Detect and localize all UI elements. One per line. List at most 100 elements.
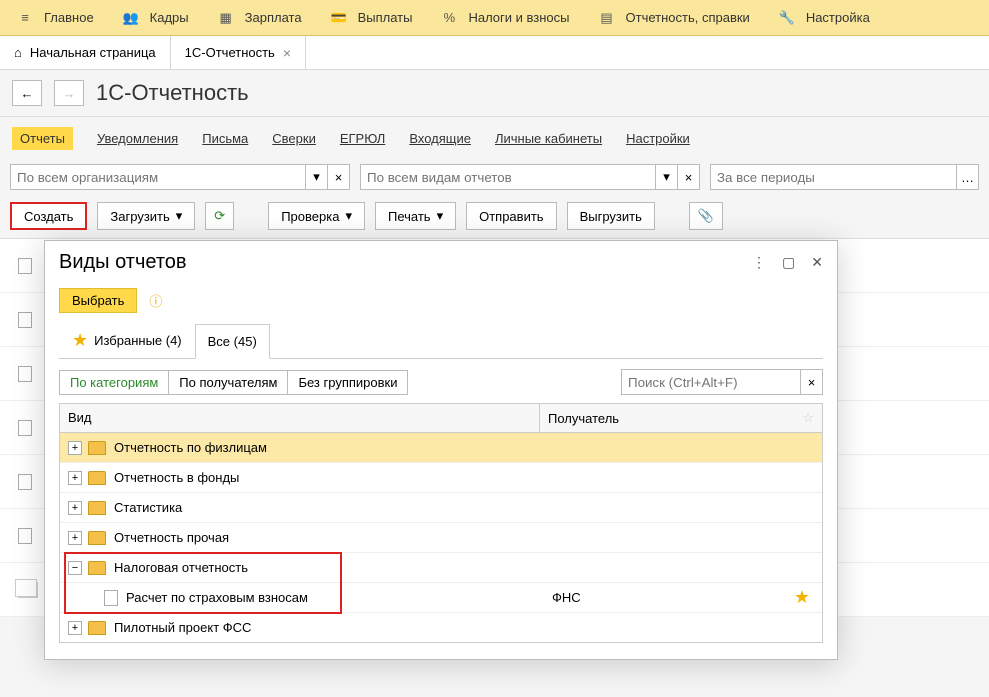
clear-icon[interactable]: × [328, 164, 350, 190]
search-input[interactable] [621, 369, 801, 395]
org-filter[interactable] [10, 164, 306, 190]
link-egrul[interactable]: ЕГРЮЛ [340, 131, 385, 146]
top-menu-hr[interactable]: 👥Кадры [108, 0, 203, 35]
document-icon [18, 312, 32, 328]
toolbar: Создать Загрузить▾ ⟳ Проверка▾ Печать▾ О… [0, 194, 989, 238]
check-button[interactable]: Проверка▾ [268, 202, 365, 230]
expand-icon[interactable]: + [68, 441, 82, 455]
link-letters[interactable]: Письма [202, 131, 248, 146]
document-icon [18, 258, 32, 274]
folder-icon [88, 531, 106, 545]
tree-node[interactable]: +Статистика [60, 493, 822, 523]
tree-node[interactable]: +Пилотный проект ФСС [60, 613, 822, 643]
link-settings[interactable]: Настройки [626, 131, 690, 146]
tree-node[interactable]: +Отчетность в фонды [60, 463, 822, 493]
tree-leaf[interactable]: Расчет по страховым взносам ФНС★ [60, 583, 822, 613]
folder-icon [88, 471, 106, 485]
top-menu-settings[interactable]: 🔧Настройка [764, 0, 884, 35]
tree-node[interactable]: +Отчетность прочая [60, 523, 822, 553]
col-receiver: Получатель [548, 411, 619, 426]
expand-icon[interactable]: + [68, 621, 82, 635]
clear-search-icon[interactable]: × [801, 369, 823, 395]
send-button[interactable]: Отправить [466, 202, 556, 230]
copy-icon [18, 582, 38, 598]
people-icon: 👥 [122, 9, 140, 27]
info-icon[interactable]: ⓘ [149, 291, 162, 310]
leaf-receiver: ФНС [552, 590, 581, 605]
link-cabinets[interactable]: Личные кабинеты [495, 131, 602, 146]
wrench-icon: 🔧 [778, 9, 796, 27]
period-filter[interactable] [710, 164, 957, 190]
star-icon[interactable]: ★ [794, 587, 810, 608]
collapse-icon[interactable]: − [68, 561, 82, 575]
refresh-button[interactable]: ⟳ [205, 202, 234, 230]
load-button[interactable]: Загрузить▾ [97, 202, 195, 230]
tab-home[interactable]: ⌂Начальная страница [0, 36, 171, 69]
group-by-receiver[interactable]: По получателям [169, 370, 288, 395]
clear-icon[interactable]: × [678, 164, 700, 190]
select-button[interactable]: Выбрать [59, 288, 137, 313]
tab-all[interactable]: Все (45) [195, 324, 270, 359]
dialog-title: Виды отчетов [59, 251, 187, 274]
tab-favorites[interactable]: ★Избранные (4) [59, 323, 195, 358]
top-menu-bar: ≡Главное 👥Кадры ▦Зарплата 💳Выплаты %Нало… [0, 0, 989, 36]
top-menu-main[interactable]: ≡Главное [2, 0, 108, 35]
document-icon [104, 590, 118, 606]
document-icon [18, 528, 32, 544]
folder-icon [88, 501, 106, 515]
home-icon: ⌂ [14, 45, 22, 60]
top-menu-payments[interactable]: 💳Выплаты [316, 0, 427, 35]
expand-icon[interactable]: + [68, 501, 82, 515]
document-icon: ▤ [598, 9, 616, 27]
page-header: ← → 1С-Отчетность [0, 70, 989, 116]
star-outline-icon[interactable]: ☆ [802, 410, 814, 426]
dropdown-icon[interactable]: ▾ [306, 164, 328, 190]
more-icon[interactable]: ⋮ [752, 254, 766, 271]
expand-icon[interactable]: + [68, 531, 82, 545]
table-header: Вид Получатель ☆ [59, 403, 823, 433]
chevron-down-icon: ▾ [437, 208, 444, 224]
star-icon: ★ [72, 330, 88, 351]
folder-icon [88, 441, 106, 455]
close-icon[interactable]: × [283, 45, 291, 61]
link-reconciliations[interactable]: Сверки [272, 131, 316, 146]
tab-1c-reports[interactable]: 1С-Отчетность× [171, 36, 306, 69]
top-menu-reports[interactable]: ▤Отчетность, справки [584, 0, 764, 35]
print-button[interactable]: Печать▾ [375, 202, 456, 230]
tree-node-open[interactable]: −Налоговая отчетность [60, 553, 822, 583]
nav-back-button[interactable]: ← [12, 80, 42, 106]
attach-button[interactable]: 📎 [689, 202, 723, 230]
folder-icon [88, 621, 106, 635]
group-by-category[interactable]: По категориям [59, 370, 169, 395]
maximize-icon[interactable]: ▢ [782, 254, 795, 271]
wallet-icon: 💳 [330, 9, 348, 27]
expand-icon[interactable]: + [68, 471, 82, 485]
document-icon [18, 366, 32, 382]
create-button[interactable]: Создать [10, 202, 87, 230]
top-menu-salary[interactable]: ▦Зарплата [203, 0, 316, 35]
link-notifications[interactable]: Уведомления [97, 131, 178, 146]
table-icon: ▦ [217, 9, 235, 27]
top-menu-taxes[interactable]: %Налоги и взносы [426, 0, 583, 35]
page-title: 1С-Отчетность [96, 80, 249, 106]
col-kind: Вид [60, 404, 540, 432]
link-reports[interactable]: Отчеты [12, 127, 73, 150]
close-icon[interactable]: ✕ [811, 254, 823, 271]
nav-forward-button[interactable]: → [54, 80, 84, 106]
report-types-dialog: Виды отчетов ⋮ ▢ ✕ Выбрать ⓘ ★Избранные … [44, 240, 838, 660]
filter-bar: ▾× ▾× … [0, 160, 989, 194]
tab-strip: ⌂Начальная страница 1С-Отчетность× [0, 36, 989, 70]
link-incoming[interactable]: Входящие [409, 131, 471, 146]
export-button[interactable]: Выгрузить [567, 202, 655, 230]
menu-icon: ≡ [16, 9, 34, 27]
dropdown-icon[interactable]: ▾ [656, 164, 678, 190]
tree-node[interactable]: +Отчетность по физлицам [60, 433, 822, 463]
group-none[interactable]: Без группировки [288, 370, 408, 395]
document-icon [18, 474, 32, 490]
report-tree[interactable]: +Отчетность по физлицам +Отчетность в фо… [59, 433, 823, 643]
kind-filter[interactable] [360, 164, 656, 190]
document-icon [18, 420, 32, 436]
folder-icon [88, 561, 106, 575]
ellipsis-icon[interactable]: … [957, 164, 979, 190]
chevron-down-icon: ▾ [176, 208, 183, 224]
